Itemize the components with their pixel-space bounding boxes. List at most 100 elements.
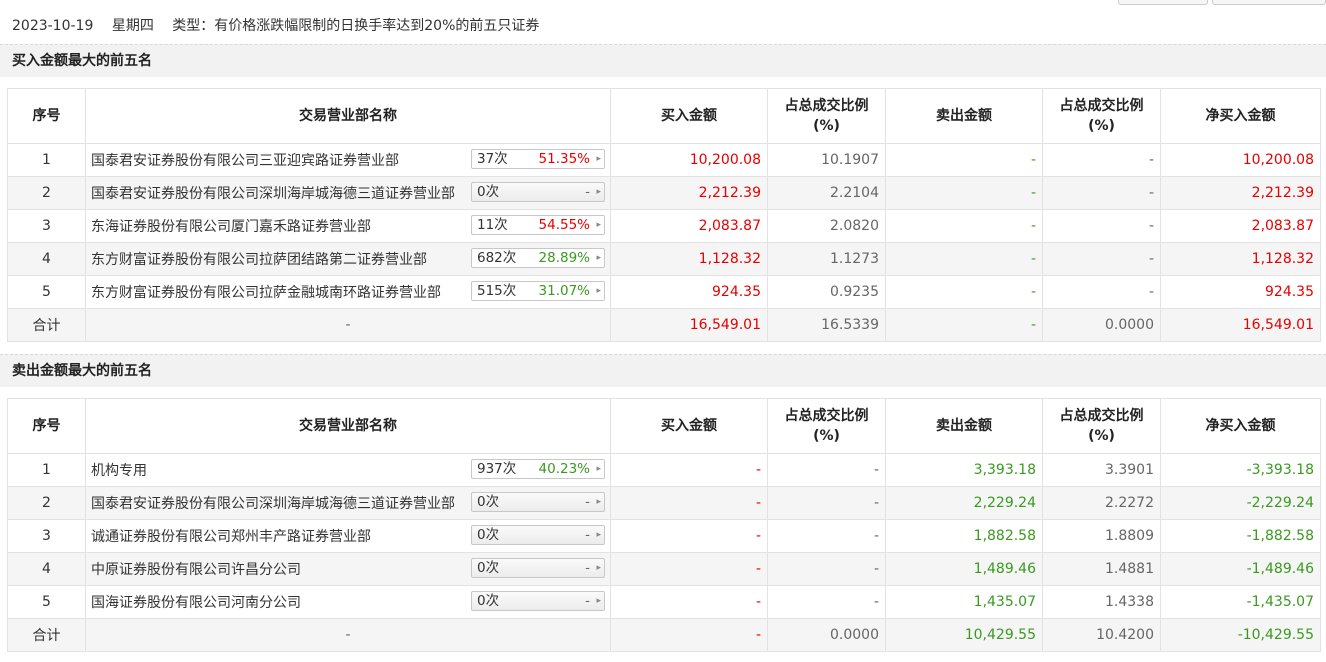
chevron-right-icon: ▸ <box>596 596 601 606</box>
row-net: 2,212.39 <box>1160 176 1321 210</box>
row-buy: 1,128.32 <box>610 242 768 276</box>
col-net[interactable]: 净买入金额 <box>1160 398 1321 454</box>
col-buy[interactable]: 买入金额 <box>610 398 768 454</box>
table-row: 4 东方财富证券股份有限公司拉萨团结路第二证券营业部 682次 28.89% ▸ 1,12… <box>7 242 1321 276</box>
row-buy: 10,200.08 <box>610 143 768 177</box>
row-buy-pct: 1.1273 <box>767 242 886 276</box>
toolbar-button-left[interactable] <box>1118 0 1208 5</box>
col-sell-pct[interactable]: 占总成交比例 (%) <box>1042 398 1161 454</box>
chevron-right-icon: ▸ <box>596 286 601 296</box>
dept-stats-badge[interactable]: 11次 54.55% ▸ <box>471 215 605 235</box>
col-buy-pct-line1: 占总成交比例 <box>784 98 869 114</box>
table-row: 3 东海证券股份有限公司厦门嘉禾路证券营业部 11次 54.55% ▸ 2,083.87 2… <box>7 209 1321 243</box>
row-buy-pct: - <box>767 585 886 619</box>
dept-stats-badge[interactable]: 0次 - ▸ <box>471 182 605 202</box>
col-sell-pct-line2: (%) <box>1088 428 1115 444</box>
chevron-right-icon: ▸ <box>596 530 601 540</box>
dept-stats-badge[interactable]: 0次 - ▸ <box>471 492 605 512</box>
dept-stats-badge[interactable]: 0次 - ▸ <box>471 558 605 578</box>
total-label: 合计 <box>7 618 86 652</box>
row-dept: 国海证券股份有限公司河南分公司 0次 - ▸ <box>85 585 611 619</box>
row-seq: 2 <box>7 486 86 520</box>
col-dept[interactable]: 交易营业部名称 <box>85 88 611 144</box>
row-dept: 东海证券股份有限公司厦门嘉禾路证券营业部 11次 54.55% ▸ <box>85 209 611 243</box>
row-seq: 1 <box>7 143 86 177</box>
col-sell-pct-line1: 占总成交比例 <box>1059 408 1144 424</box>
row-buy: - <box>610 453 768 487</box>
table-total-row: 合计 - -0.0000 10,429.55 10.4200 -10,429.55 <box>7 618 1321 652</box>
dept-name-link[interactable]: 国泰君安证券股份有限公司深圳海岸城海德三道证券营业部 <box>91 496 455 512</box>
row-buy-pct: - <box>767 519 886 553</box>
dept-name-link[interactable]: 国泰君安证券股份有限公司三亚迎宾路证券营业部 <box>91 153 399 169</box>
dept-stats-badge[interactable]: 515次 31.07% ▸ <box>471 281 605 301</box>
on-list-count: 0次 <box>477 593 500 609</box>
dept-name-link[interactable]: 诚通证券股份有限公司郑州丰产路证券营业部 <box>91 529 371 545</box>
row-net: 924.35 <box>1160 275 1321 309</box>
total-buy: 16,549.01 <box>610 308 768 342</box>
table-row: 1 国泰君安证券股份有限公司三亚迎宾路证券营业部 37次 51.35% ▸ 10,200.… <box>7 143 1321 177</box>
dept-stats-badge[interactable]: 937次 40.23% ▸ <box>471 459 605 479</box>
win-rate: - <box>585 560 590 576</box>
col-seq[interactable]: 序号 <box>7 88 86 144</box>
dept-stats-badge[interactable]: 37次 51.35% ▸ <box>471 149 605 169</box>
row-buy: - <box>610 585 768 619</box>
col-sell-pct-line2: (%) <box>1088 118 1115 134</box>
row-sell: 1,435.07 <box>885 585 1043 619</box>
total-sell: 10,429.55 <box>885 618 1043 652</box>
row-sell: - <box>885 242 1043 276</box>
row-sell: - <box>885 275 1043 309</box>
row-seq: 5 <box>7 275 86 309</box>
col-sell[interactable]: 卖出金额 <box>885 88 1043 144</box>
win-rate: 28.89% <box>538 250 590 266</box>
win-rate: 40.23% <box>538 461 590 477</box>
row-buy: - <box>610 519 768 553</box>
dept-name-link[interactable]: 国海证券股份有限公司河南分公司 <box>91 595 301 611</box>
win-rate: 51.35% <box>538 151 590 167</box>
col-buy-pct[interactable]: 占总成交比例 (%) <box>767 398 886 454</box>
on-list-count: 515次 <box>477 283 517 299</box>
table-row: 3 诚通证券股份有限公司郑州丰产路证券营业部 0次 - ▸ - -1,882.58 1.880… <box>7 519 1321 553</box>
row-net: -1,435.07 <box>1160 585 1321 619</box>
dept-name-link[interactable]: 东海证券股份有限公司厦门嘉禾路证券营业部 <box>91 219 371 235</box>
row-sell: 1,882.58 <box>885 519 1043 553</box>
dept-name-link[interactable]: 国泰君安证券股份有限公司深圳海岸城海德三道证券营业部 <box>91 186 455 202</box>
dept-name-link[interactable]: 机构专用 <box>91 463 147 479</box>
col-buy[interactable]: 买入金额 <box>610 88 768 144</box>
row-net: -2,229.24 <box>1160 486 1321 520</box>
col-dept[interactable]: 交易营业部名称 <box>85 398 611 454</box>
col-seq[interactable]: 序号 <box>7 398 86 454</box>
total-label: 合计 <box>7 308 86 342</box>
dept-name-link[interactable]: 东方财富证券股份有限公司拉萨团结路第二证券营业部 <box>91 252 427 268</box>
chevron-right-icon: ▸ <box>596 497 601 507</box>
dept-stats-badge[interactable]: 0次 - ▸ <box>471 591 605 611</box>
row-dept: 国泰君安证券股份有限公司深圳海岸城海德三道证券营业部 0次 - ▸ <box>85 486 611 520</box>
dept-stats-badge[interactable]: 682次 28.89% ▸ <box>471 248 605 268</box>
row-sell: 1,489.46 <box>885 552 1043 586</box>
toolbar-button-right[interactable] <box>1212 0 1326 5</box>
row-seq: 1 <box>7 453 86 487</box>
on-list-count: 37次 <box>477 151 508 167</box>
dept-name-link[interactable]: 中原证券股份有限公司许昌分公司 <box>91 562 301 578</box>
row-sell-pct: - <box>1042 143 1161 177</box>
row-seq: 3 <box>7 519 86 553</box>
total-sell-pct: 0.0000 <box>1042 308 1161 342</box>
col-sell[interactable]: 卖出金额 <box>885 398 1043 454</box>
dept-stats-badge[interactable]: 0次 - ▸ <box>471 525 605 545</box>
col-sell-pct[interactable]: 占总成交比例 (%) <box>1042 88 1161 144</box>
row-buy-pct: - <box>767 453 886 487</box>
report-weekday: 星期四 <box>111 18 154 34</box>
row-dept: 机构专用 937次 40.23% ▸ <box>85 453 611 487</box>
row-sell: 2,229.24 <box>885 486 1043 520</box>
col-net[interactable]: 净买入金额 <box>1160 88 1321 144</box>
on-list-count: 0次 <box>477 527 500 543</box>
win-rate: 54.55% <box>538 217 590 233</box>
row-buy: 2,212.39 <box>610 176 768 210</box>
row-sell-pct: 1.4881 <box>1042 552 1161 586</box>
col-buy-pct[interactable]: 占总成交比例 (%) <box>767 88 886 144</box>
win-rate: - <box>585 184 590 200</box>
row-seq: 5 <box>7 585 86 619</box>
total-buy-pct: 0.0000 <box>767 618 886 652</box>
row-sell-pct: 2.2272 <box>1042 486 1161 520</box>
row-dept: 诚通证券股份有限公司郑州丰产路证券营业部 0次 - ▸ <box>85 519 611 553</box>
dept-name-link[interactable]: 东方财富证券股份有限公司拉萨金融城南环路证券营业部 <box>91 285 441 301</box>
